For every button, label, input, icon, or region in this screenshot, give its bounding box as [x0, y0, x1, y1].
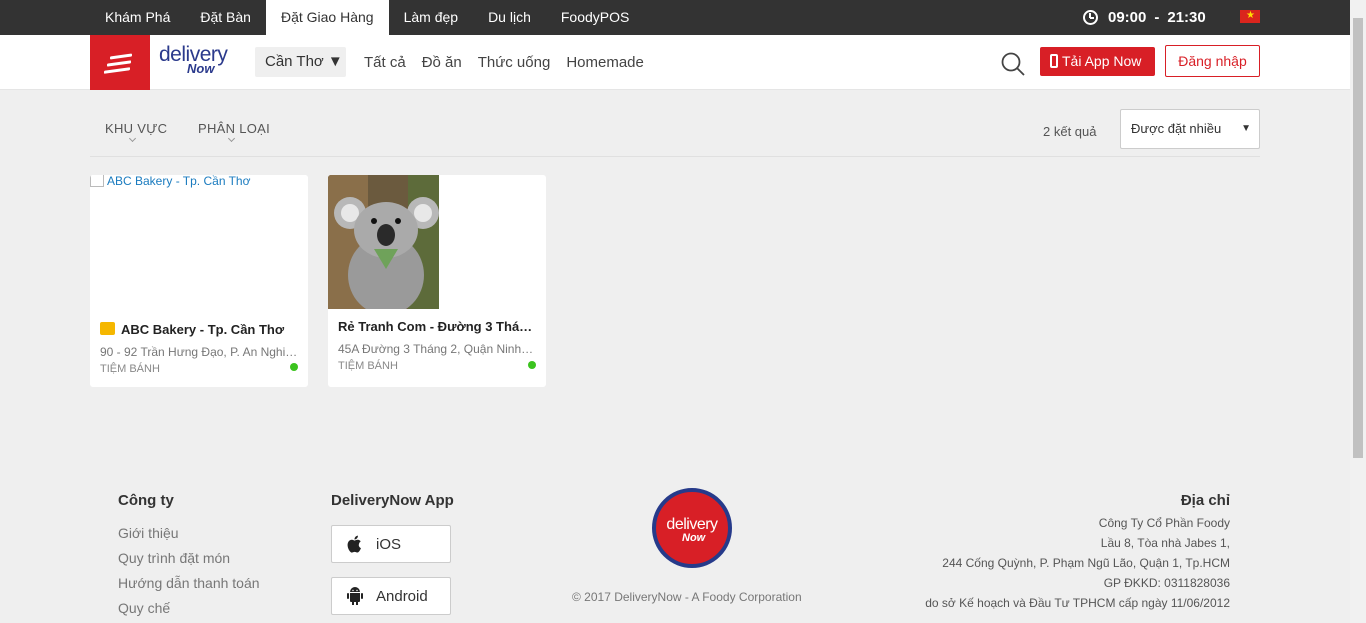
category-drinks[interactable]: Thức uống: [478, 35, 551, 90]
restaurant-category: TIỆM BÁNH: [100, 363, 160, 375]
restaurant-name[interactable]: Rẻ Tranh Com - Đường 3 Tháng 2: [338, 319, 536, 334]
tab-du-lich[interactable]: Du lịch: [473, 0, 546, 35]
image-alt-text: ABC Bakery - Tp. Cần Thơ: [107, 175, 251, 188]
type-filter[interactable]: PHÂN LOẠI: [198, 121, 270, 136]
area-filter-chevron-icon: [128, 134, 137, 143]
android-icon: [347, 587, 363, 605]
restaurant-address: 45A Đường 3 Tháng 2, Quận Ninh Kiều: [338, 342, 536, 356]
city-selector[interactable]: Cần Thơ ▼: [255, 47, 346, 77]
sort-select[interactable]: Được đặt nhiều ▼: [1120, 109, 1260, 149]
android-label: Android: [376, 588, 428, 605]
open-status-dot: [290, 363, 298, 371]
tab-dat-ban[interactable]: Đặt Bàn: [185, 0, 266, 35]
restaurant-card[interactable]: Rẻ Tranh Com - Đường 3 Tháng 2 45A Đường…: [328, 175, 546, 387]
address-line: 244 Cống Quỳnh, P. Phạm Ngũ Lão, Quận 1,…: [942, 556, 1230, 570]
address-line: GP ĐKKD: 0311828036: [1103, 576, 1230, 590]
footer-company-heading: Công ty: [118, 492, 174, 509]
search-icon[interactable]: [1000, 51, 1026, 77]
footer-link-about[interactable]: Giới thiệu: [118, 525, 179, 541]
logo-wordmark-now[interactable]: Now: [187, 62, 214, 75]
category-nav: Tất cả Đồ ăn Thức uống Homemade: [364, 35, 660, 90]
open-status-dot: [528, 361, 536, 369]
footer-link-rules[interactable]: Quy chế: [118, 600, 170, 616]
footer-logo-now: Now: [682, 532, 706, 544]
restaurant-name-text: ABC Bakery - Tp. Cần Thơ: [121, 322, 285, 337]
site-header: delivery Now Cần Thơ ▼ Tất cả Đồ ăn Thức…: [0, 35, 1350, 90]
apple-icon: [347, 535, 361, 553]
restaurant-card[interactable]: ABC Bakery - Tp. Cần Thơ ABC Bakery - Tp…: [90, 175, 308, 387]
koala-photo[interactable]: [328, 175, 439, 309]
footer-link-ordering[interactable]: Quy trình đặt món: [118, 550, 230, 566]
restaurant-category: TIỆM BÁNH: [338, 360, 398, 372]
ios-label: iOS: [376, 536, 402, 553]
filter-divider: [90, 156, 1260, 157]
category-all[interactable]: Tất cả: [364, 35, 406, 90]
thumbs-up-icon: [100, 322, 115, 335]
copyright: © 2017 DeliveryNow - A Foody Corporation: [572, 590, 802, 604]
footer-app-heading: DeliveryNow App: [331, 492, 454, 509]
footer-logo[interactable]: delivery Now: [652, 488, 732, 568]
android-app-button[interactable]: Android: [331, 577, 451, 615]
hours-separator: -: [1154, 9, 1160, 26]
hours-open: 09:00: [1108, 9, 1147, 26]
address-line: Công Ty Cổ Phần Foody: [1098, 516, 1230, 530]
broken-image-alt: ABC Bakery - Tp. Cần Thơ: [90, 175, 250, 187]
restaurant-image[interactable]: ABC Bakery - Tp. Cần Thơ: [90, 175, 308, 309]
category-food[interactable]: Đồ ăn: [422, 35, 462, 90]
ios-app-button[interactable]: iOS: [331, 525, 451, 563]
sort-select-value: Được đặt nhiều: [1131, 121, 1222, 136]
restaurant-name[interactable]: ABC Bakery - Tp. Cần Thơ: [100, 322, 298, 337]
scrollbar-thumb[interactable]: [1353, 18, 1363, 458]
address-line: Lầu 8, Tòa nhà Jabes 1,: [1100, 536, 1230, 550]
login-button[interactable]: Đăng nhập: [1165, 45, 1260, 77]
category-homemade[interactable]: Homemade: [566, 35, 644, 90]
broken-image-icon: [90, 175, 104, 187]
tab-lam-dep[interactable]: Làm đẹp: [389, 0, 473, 35]
footer-address-heading: Địa chỉ: [1180, 492, 1230, 509]
opening-hours: 09:00 - 21:30: [1083, 0, 1206, 35]
tab-foodypos[interactable]: FoodyPOS: [546, 0, 644, 35]
delivery-logo-icon[interactable]: [90, 35, 150, 90]
phone-icon: [1050, 54, 1058, 68]
hours-close: 21:30: [1167, 9, 1206, 26]
vietnam-flag-icon[interactable]: ★: [1240, 10, 1260, 23]
type-filter-chevron-icon: [227, 134, 236, 143]
area-filter[interactable]: KHU VỰC: [105, 121, 167, 136]
tab-kham-pha[interactable]: Khám Phá: [90, 0, 185, 35]
results-count: 2 kết quả: [1043, 124, 1097, 139]
clock-icon: [1083, 10, 1098, 25]
address-line: do sở Kế hoạch và Đầu Tư TPHCM cấp ngày …: [925, 596, 1230, 610]
restaurant-address: 90 - 92 Trần Hưng Đạo, P. An Nghiệp: [100, 345, 298, 359]
caret-down-icon: ▼: [1241, 123, 1251, 134]
download-app-button[interactable]: Tải App Now: [1040, 47, 1155, 76]
tab-dat-giao-hang[interactable]: Đặt Giao Hàng: [265, 0, 389, 35]
top-bar: Khám Phá Đặt Bàn Đặt Giao Hàng Làm đẹp D…: [0, 0, 1350, 35]
download-app-label: Tải App Now: [1062, 53, 1142, 69]
top-nav: Khám Phá Đặt Bàn Đặt Giao Hàng Làm đẹp D…: [90, 0, 644, 35]
footer-link-payment[interactable]: Hướng dẫn thanh toán: [118, 575, 260, 591]
